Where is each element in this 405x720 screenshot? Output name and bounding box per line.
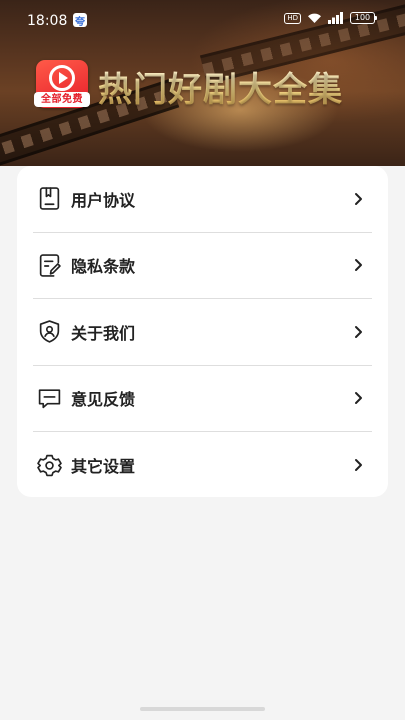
app-logo: 全部免费 [34,60,90,108]
message-icon [36,385,62,411]
notification-app-icon: 夸 [73,13,87,28]
app-logo-caption: 全部免费 [34,92,90,107]
menu-item-label: 关于我们 [71,323,136,343]
edit-document-icon [36,252,62,278]
chevron-right-icon [355,192,362,205]
status-time: 18:08 [27,13,68,29]
banner-title: 热门好剧大全集 [98,62,343,111]
gear-icon [36,452,62,478]
play-icon [49,65,75,91]
hd-icon: HD [284,12,301,24]
menu-item-other-settings[interactable]: 其它设置 [33,432,372,499]
status-icons: HD 100 [284,12,377,24]
chevron-right-icon [355,459,362,472]
signal-icon [328,12,343,24]
settings-menu-card: 用户协议 隐私条款 关于我们 意见反馈 其它设置 [17,166,388,497]
screen: 18:08 夸 HD 100 全部免费 热门好剧大全集 用户协议 隐私条款 关于… [0,0,405,720]
status-bar: 18:08 夸 HD 100 [0,0,405,40]
menu-item-label: 用户协议 [71,190,136,210]
menu-item-about-us[interactable]: 关于我们 [33,299,372,366]
header-banner: 18:08 夸 HD 100 全部免费 热门好剧大全集 [0,0,405,166]
battery-icon: 100 [350,12,377,24]
menu-item-feedback[interactable]: 意见反馈 [33,366,372,432]
chevron-right-icon [355,392,362,405]
shield-user-icon [36,319,62,345]
menu-item-user-agreement[interactable]: 用户协议 [33,166,372,233]
chevron-right-icon [355,325,362,338]
home-indicator[interactable] [140,707,265,711]
menu-item-label: 隐私条款 [71,257,136,277]
chevron-right-icon [355,259,362,272]
menu-item-label: 意见反馈 [71,390,136,410]
wifi-icon [308,13,321,23]
menu-item-privacy-policy[interactable]: 隐私条款 [33,233,372,299]
document-icon [36,186,62,212]
menu-item-label: 其它设置 [71,457,136,477]
